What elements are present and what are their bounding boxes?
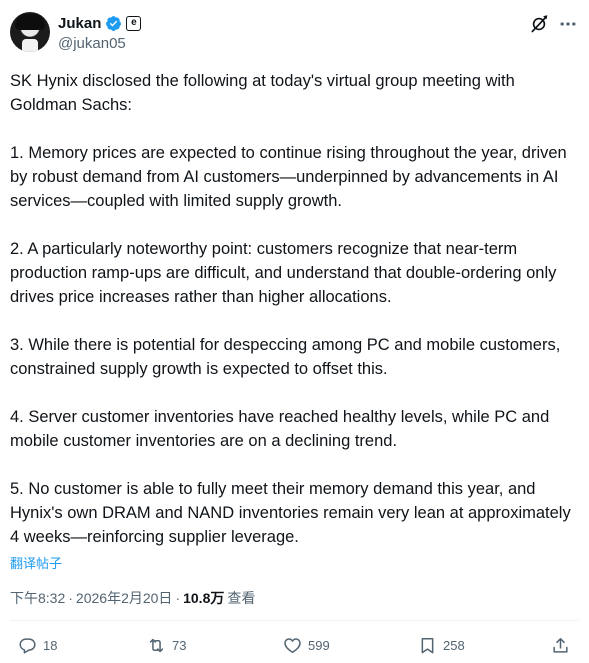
reply-icon bbox=[19, 638, 36, 654]
translate-post-link[interactable]: 翻译帖子 bbox=[10, 553, 62, 572]
more-icon[interactable] bbox=[558, 14, 578, 34]
like-count: 599 bbox=[308, 638, 330, 653]
author-handle[interactable]: @jukan05 bbox=[58, 35, 126, 52]
share-icon bbox=[553, 638, 568, 653]
views-label: 查看 bbox=[227, 590, 256, 606]
meta-separator: · bbox=[68, 590, 73, 606]
post-paragraph: SK Hynix disclosed the following at toda… bbox=[10, 72, 515, 114]
tweet: Jukan e @jukan05 SK Hynix disclosed the … bbox=[0, 0, 589, 663]
divider bbox=[10, 620, 579, 621]
avatar[interactable] bbox=[10, 12, 50, 52]
action-bar: 18 73 599 258 bbox=[0, 636, 589, 662]
post-paragraph: 1. Memory prices are expected to continu… bbox=[10, 144, 567, 210]
bookmark-icon bbox=[421, 638, 434, 654]
view-count: 10.8万 bbox=[183, 590, 225, 606]
post-date[interactable]: 2026年2月20日 bbox=[76, 588, 173, 608]
post-paragraph: 5. No customer is able to fully meet the… bbox=[10, 480, 571, 546]
author-name-row: Jukan e bbox=[58, 13, 142, 33]
post-metadata: 下午8:32 · 2026年2月20日 · 10.8万 查看 bbox=[10, 588, 255, 608]
retweet-count: 73 bbox=[172, 638, 187, 653]
retweet-icon bbox=[149, 638, 164, 653]
like-icon bbox=[284, 638, 301, 653]
grok-icon[interactable] bbox=[529, 14, 549, 34]
author-display-name[interactable]: Jukan bbox=[58, 15, 101, 32]
post-paragraph: 3. While there is potential for despecci… bbox=[10, 336, 561, 378]
bookmark-count: 258 bbox=[443, 638, 465, 653]
post-paragraph: 2. A particularly noteworthy point: cust… bbox=[10, 240, 557, 306]
verified-badge-icon bbox=[106, 15, 122, 31]
reply-count: 18 bbox=[43, 638, 58, 653]
affiliate-badge[interactable]: e bbox=[126, 15, 142, 31]
bookmark-button[interactable]: 258 bbox=[418, 636, 465, 655]
post-paragraph: 4. Server customer inventories have reac… bbox=[10, 408, 550, 450]
post-text: SK Hynix disclosed the following at toda… bbox=[10, 69, 582, 549]
post-time[interactable]: 下午8:32 bbox=[10, 588, 65, 608]
share-button[interactable] bbox=[551, 636, 570, 655]
meta-separator: · bbox=[175, 590, 181, 606]
retweet-button[interactable]: 73 bbox=[147, 636, 186, 655]
like-button[interactable]: 599 bbox=[283, 636, 330, 655]
reply-button[interactable]: 18 bbox=[18, 636, 57, 655]
